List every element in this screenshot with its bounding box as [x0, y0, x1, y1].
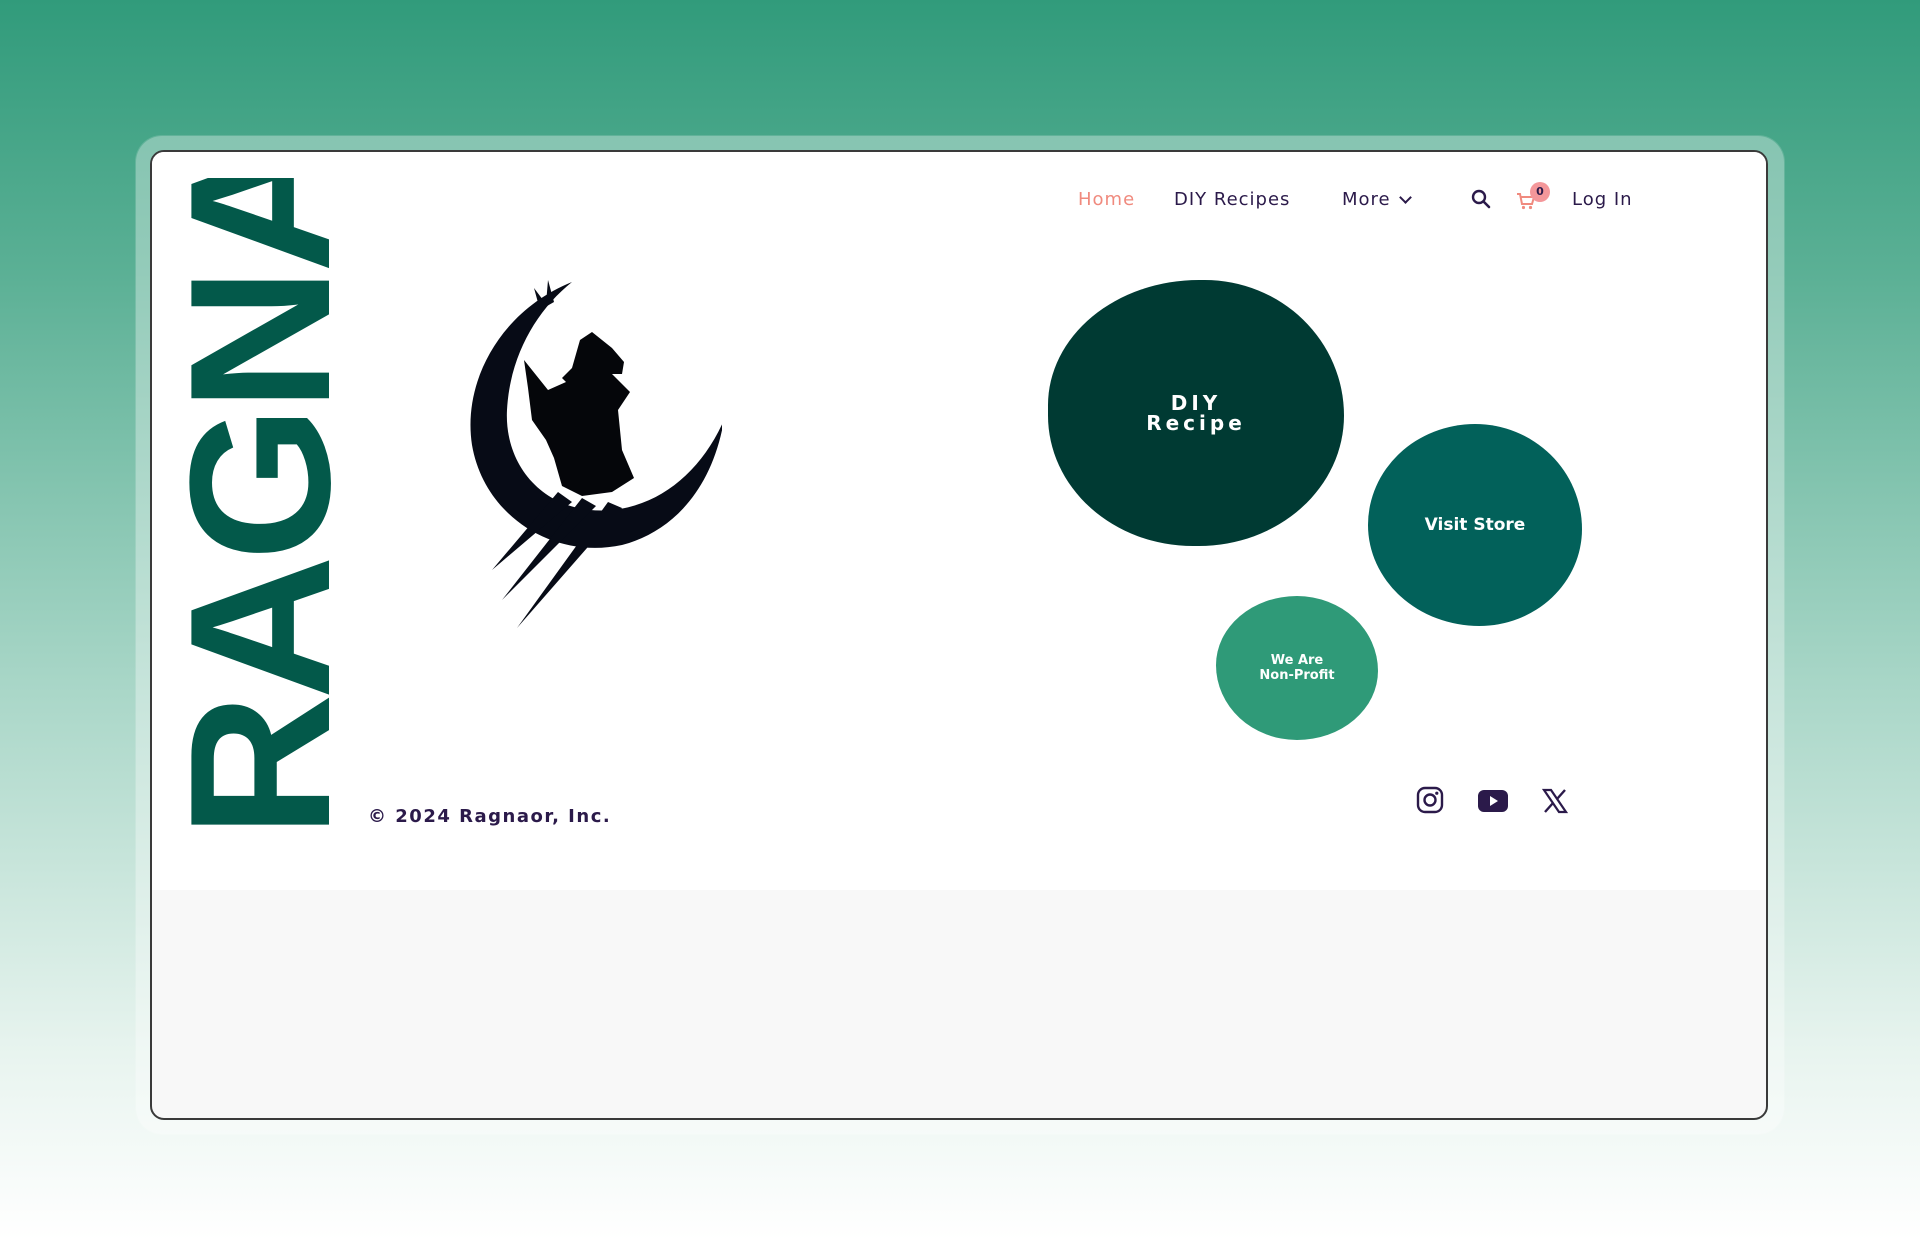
chevron-down-icon	[1398, 191, 1412, 204]
page-content: RAGNAOR Home DIY Recipes More	[152, 152, 1766, 890]
nav-diy-recipes[interactable]: DIY Recipes	[1174, 182, 1290, 218]
visit-store-button[interactable]: Visit Store	[1368, 424, 1582, 626]
copyright-text: © 2024 Ragnaor, Inc.	[368, 806, 612, 827]
wolf-moon-logo[interactable]	[462, 270, 722, 630]
visit-store-label: Visit Store	[1424, 515, 1526, 535]
diy-recipe-line2: Recipe	[1146, 411, 1246, 435]
brand-wordmark[interactable]: RAGNAOR	[180, 178, 342, 838]
search-icon[interactable]	[1470, 188, 1492, 210]
non-profit-label: We Are Non-Profit	[1259, 653, 1334, 683]
nav-home[interactable]: Home	[1078, 182, 1135, 218]
diy-recipe-label: DIY Recipe	[1146, 393, 1246, 433]
main-nav: Home DIY Recipes More 0 Log In	[152, 182, 1766, 218]
nav-more[interactable]: More	[1342, 182, 1412, 218]
nav-more-label: More	[1342, 189, 1391, 210]
login-link[interactable]: Log In	[1572, 182, 1633, 218]
non-profit-line1: We Are	[1270, 653, 1324, 668]
x-icon[interactable]	[1542, 788, 1568, 814]
browser-window: RAGNAOR Home DIY Recipes More	[150, 150, 1768, 1120]
non-profit-line2: Non-Profit	[1259, 668, 1335, 683]
instagram-icon[interactable]	[1416, 786, 1444, 814]
cart-button[interactable]: 0	[1516, 182, 1550, 212]
non-profit-button[interactable]: We Are Non-Profit	[1216, 596, 1378, 740]
diy-recipe-line1: DIY	[1170, 391, 1222, 415]
diy-recipe-button[interactable]: DIY Recipe	[1048, 280, 1344, 546]
youtube-icon[interactable]	[1478, 790, 1508, 812]
brand-name: RAGNAOR	[180, 178, 342, 838]
cart-count-badge: 0	[1530, 182, 1550, 202]
